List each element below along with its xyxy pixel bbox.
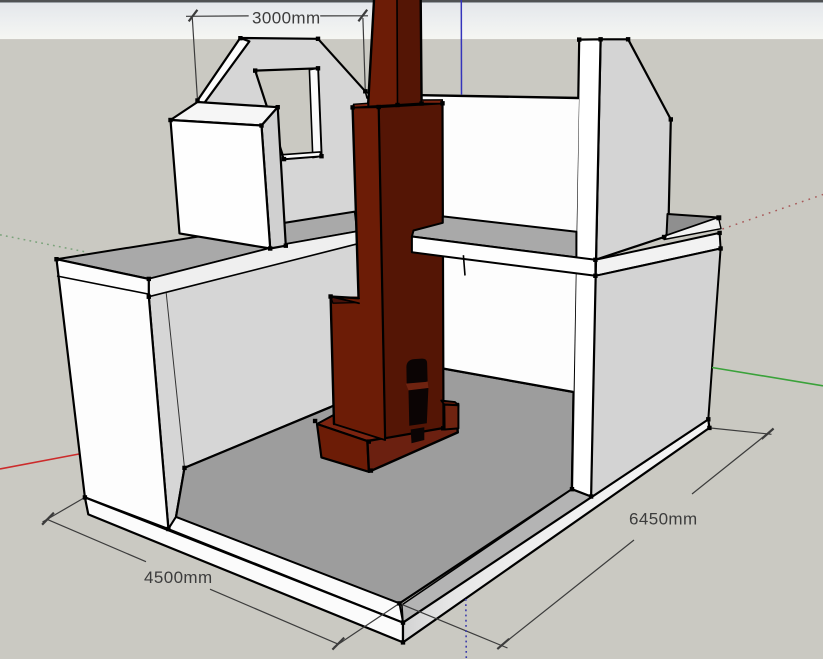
svg-text:6450mm: 6450mm xyxy=(629,510,698,529)
svg-text:4500mm: 4500mm xyxy=(144,568,213,587)
svg-text:3000mm: 3000mm xyxy=(252,9,321,28)
